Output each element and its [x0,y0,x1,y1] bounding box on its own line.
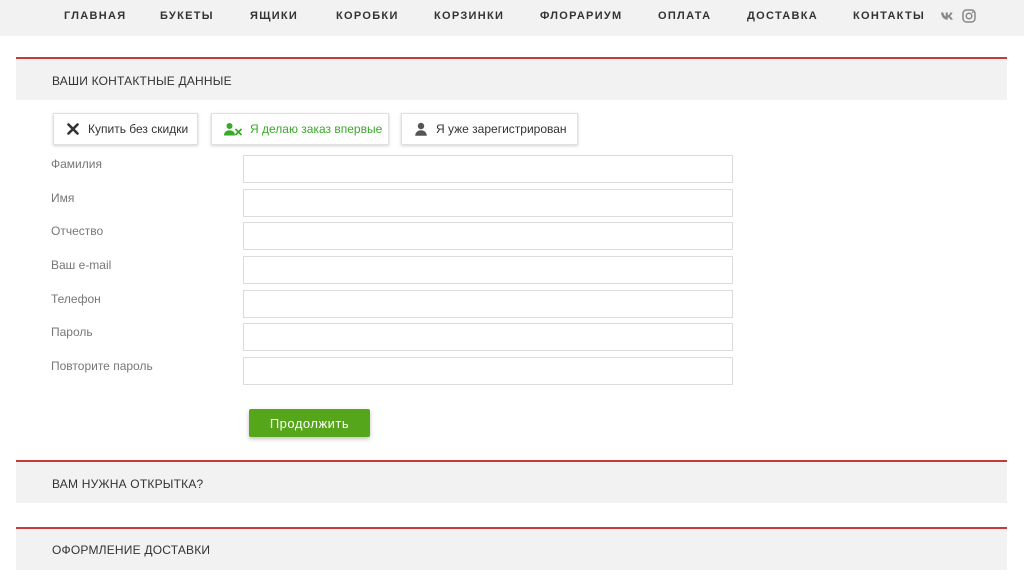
middle-name-input[interactable] [243,222,733,250]
nav-item-bouquets[interactable]: БУКЕТЫ [160,0,214,32]
nav-item-home[interactable]: ГЛАВНАЯ [64,0,126,32]
continue-button[interactable]: Продолжить [249,409,370,437]
label-password: Пароль [51,325,93,339]
delivery-section-header[interactable]: ОФОРМЛЕНИЕ ДОСТАВКИ [16,527,1007,570]
contact-section-title: ВАШИ КОНТАКТНЫЕ ДАННЫЕ [52,74,232,88]
user-icon [415,122,427,136]
email-input[interactable] [243,256,733,284]
postcard-section-title: ВАМ НУЖНА ОТКРЫТКА? [52,477,204,491]
nav-item-delivery[interactable]: ДОСТАВКА [747,0,818,32]
label-repeat-password: Повторите пароль [51,359,153,373]
nav-item-florarium[interactable]: ФЛОРАРИУМ [540,0,623,32]
nav-item-boxes-wood[interactable]: ЯЩИКИ [250,0,298,32]
password-input[interactable] [243,323,733,351]
nav-item-baskets[interactable]: КОРЗИНКИ [434,0,504,32]
nav-item-payment[interactable]: ОПЛАТА [658,0,711,32]
phone-input[interactable] [243,290,733,318]
top-navigation: ГЛАВНАЯ БУКЕТЫ ЯЩИКИ КОРОБКИ КОРЗИНКИ ФЛ… [0,0,1024,36]
nav-item-contacts[interactable]: КОНТАКТЫ [853,0,925,32]
close-icon [67,123,79,135]
label-phone: Телефон [51,292,101,306]
repeat-password-input[interactable] [243,357,733,385]
last-name-input[interactable] [243,155,733,183]
label-email: Ваш e-mail [51,258,112,272]
label-middle-name: Отчество [51,224,104,238]
tab-label: Купить без скидки [88,122,189,136]
first-name-input[interactable] [243,189,733,217]
delivery-section-title: ОФОРМЛЕНИЕ ДОСТАВКИ [52,543,211,557]
tab-buy-without-discount[interactable]: Купить без скидки [53,113,198,145]
tab-label: Я уже зарегистрирован [436,122,567,136]
vk-icon[interactable] [940,8,956,24]
tab-first-order[interactable]: Я делаю заказ впервые [211,113,389,145]
instagram-icon[interactable] [961,8,977,24]
tab-label: Я делаю заказ впервые [250,122,383,136]
label-first-name: Имя [51,191,75,205]
contact-section-header[interactable]: ВАШИ КОНТАКТНЫЕ ДАННЫЕ [16,57,1007,100]
postcard-section-header[interactable]: ВАМ НУЖНА ОТКРЫТКА? [16,460,1007,503]
add-user-icon [224,123,242,136]
tab-registered[interactable]: Я уже зарегистрирован [401,113,578,145]
nav-item-boxes[interactable]: КОРОБКИ [336,0,399,32]
label-last-name: Фамилия [51,157,102,171]
